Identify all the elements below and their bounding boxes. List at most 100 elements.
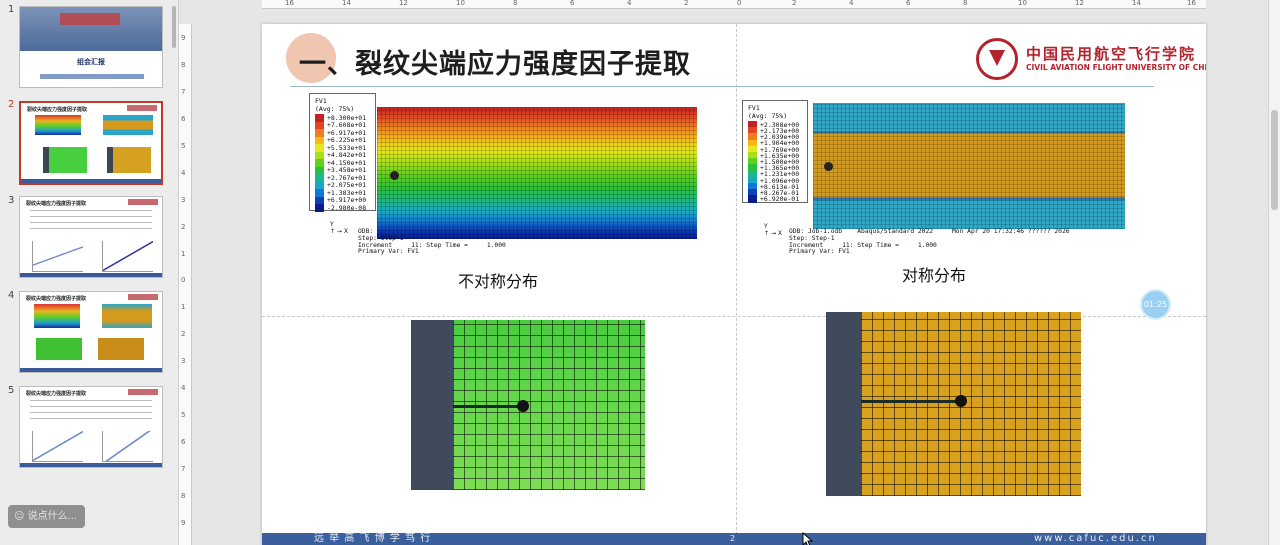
ruler-number: 2 [181,223,186,231]
thumbnail-title: 裂纹尖端应力强度因子提取 [26,391,87,397]
slide-thumbnail-pane[interactable]: 1 组会汇报 2 裂纹尖端应力强度因子提取 3 裂纹尖端应力强度因子提取 4 裂… [0,0,179,545]
ruler-number: 8 [181,61,186,69]
ruler-number: 8 [181,492,186,500]
ruler-number: 2 [792,0,797,7]
legend-value: +6.920e-01 [760,195,800,204]
rigid-boundary [826,312,861,496]
thumbnail-bar [40,74,144,79]
mesh-thumb [43,147,87,173]
ruler-number: 6 [570,0,575,7]
scrollbar-thumb[interactable] [1271,110,1278,210]
chart-thumb [32,241,83,272]
table-thumb [30,210,152,234]
legend-swatch [315,159,324,167]
ruler-number: 0 [181,276,186,284]
contour-thumb [103,115,153,135]
ruler-number: 14 [342,0,351,7]
ruler-number: 1 [181,303,186,311]
university-name-en: CIVIL AVIATION FLIGHT UNIVERSITY OF CHIN… [1026,63,1206,72]
logo-thumb [128,294,158,300]
slide-thumbnail-1[interactable]: 组会汇报 [19,6,163,88]
thumbnail-subtitle: 组会汇报 [77,58,105,66]
legend-header: FV1 (Avg: 75%) [748,104,788,120]
ruler-number: 7 [181,88,186,96]
rigid-boundary [411,320,453,490]
thumbnail-number: 2 [8,99,15,110]
table-thumb [30,400,152,424]
vertical-guide [736,24,737,545]
asymmetric-contour-plot[interactable] [377,107,697,239]
mesh-grid [861,312,1081,496]
vertical-scrollbar[interactable] [1268,0,1280,545]
symmetric-mesh-closeup[interactable] [826,312,1081,496]
vertical-ruler[interactable]: 9 8 7 6 5 4 3 2 1 0 1 2 3 4 5 6 7 8 9 [179,24,192,545]
thumbnail-footer [20,273,162,277]
chart-thumb [32,431,83,462]
asymmetric-mesh-closeup[interactable] [411,320,645,490]
legend-swatch [315,189,324,197]
slide-thumbnail-4[interactable]: 裂纹尖端应力强度因子提取 [19,291,163,373]
legend-row: -2.980e-08 [315,204,366,212]
crack-tip-marker [955,395,967,407]
title-prefix: 一、 [299,49,355,80]
legend-swatch [315,114,324,122]
ruler-number: 8 [513,0,518,7]
ruler-number: 4 [849,0,854,7]
smile-icon: ☺ [14,511,25,522]
university-seal-logo [976,38,1018,80]
floating-timer-badge[interactable]: 01:25 [1140,289,1171,320]
legend-swatch [748,195,757,203]
title-main: 裂纹尖端应力强度因子提取 [355,49,691,80]
thumbnail-number: 1 [8,4,15,15]
ruler-number: 8 [963,0,968,7]
chat-input-pill[interactable]: ☺ 说点什么... [8,505,85,528]
thumbnail-footer [21,179,161,183]
ruler-number: 5 [181,142,186,150]
slide-thumbnail-2[interactable]: 裂纹尖端应力强度因子提取 [19,101,163,185]
thumbnail-title: 裂纹尖端应力强度因子提取 [26,201,87,207]
ruler-number: 10 [456,0,465,7]
footer-motto: 远 举 高 飞 博 学 笃 行 [314,533,432,544]
horizontal-ruler[interactable]: 16 14 12 10 8 6 4 2 0 2 4 6 8 10 12 14 1… [262,0,1206,9]
footer-website: www.cafuc.edu.cn [1034,533,1157,544]
contour-thumb [102,304,152,328]
legend-swatch [315,174,324,182]
axis-triad: Y ↑ → X [330,221,349,235]
logo-thumb [128,389,158,395]
symmetric-contour-plot[interactable] [813,103,1125,229]
axis-triad: Y ↑ → X [764,223,783,237]
legend-swatch [315,129,324,137]
legend-swatch [315,196,324,205]
mesh-grid [813,103,1125,229]
slide-thumbnail-3[interactable]: 裂纹尖端应力强度因子提取 [19,196,163,278]
title-underline [290,86,1154,87]
legend-value: -2.980e-08 [327,203,367,212]
ruler-number: 6 [181,438,186,446]
ruler-number: 14 [1132,0,1141,7]
crack-tip-marker [390,171,399,180]
slide-title[interactable]: 一、裂纹尖端应力强度因子提取 [299,42,691,81]
ruler-number: 12 [1075,0,1084,7]
slide-footer: 远 举 高 飞 博 学 笃 行 2 www.cafuc.edu.cn [262,533,1206,545]
crack-line [453,405,523,408]
thumbnail-title: 裂纹尖端应力强度因子提取 [27,107,88,113]
left-odb-info: ODB: Step: Step-1 Increment 11: Step Tim… [358,228,506,256]
ruler-number: 1 [181,250,186,258]
legend-swatch [315,151,324,160]
thumbnail-footer [20,368,162,372]
mesh-thumb [36,338,82,360]
ruler-number: 4 [181,384,186,392]
legend-swatch [315,166,324,175]
left-contour-legend: FV1 (Avg: 75%) +8.300e+01 +7.608e+01 +6.91… [309,93,376,212]
ruler-number: 5 [181,411,186,419]
ruler-number: 6 [906,0,911,7]
slide-canvas[interactable]: 一、裂纹尖端应力强度因子提取 中国民用航空飞行学院 CIVIL AVIATION… [262,24,1206,545]
chat-placeholder: 说点什么... [27,511,78,522]
page-number: 2 [730,534,736,543]
thumbnail-scrollbar[interactable] [172,6,176,48]
thumbnail-footer [20,463,162,467]
ruler-number: 9 [181,519,186,527]
ruler-number: 3 [181,357,186,365]
slide-thumbnail-5[interactable]: 裂纹尖端应力强度因子提取 [19,386,163,468]
ruler-number: 7 [181,465,186,473]
